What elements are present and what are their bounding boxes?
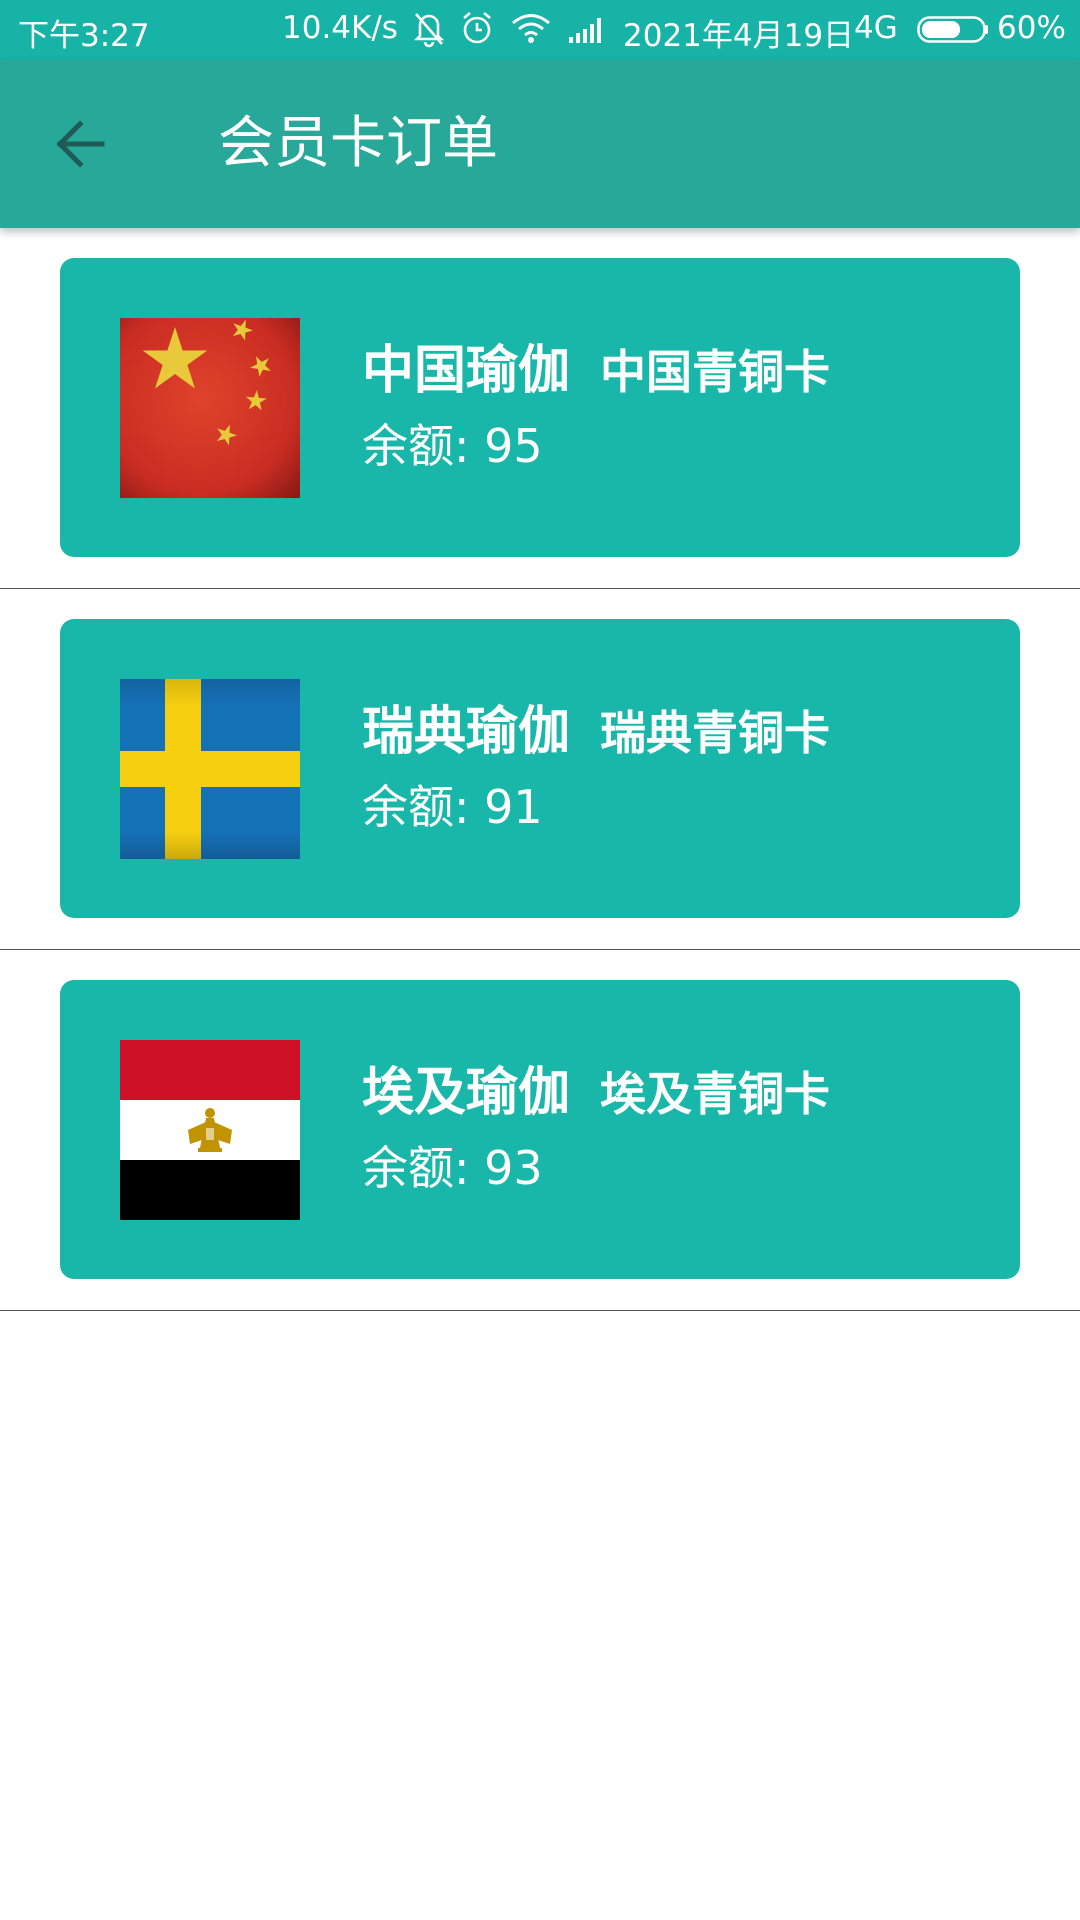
status-net-speed: 10.4K/s bbox=[282, 10, 398, 46]
card-tier: 埃及青铜卡 bbox=[600, 1067, 831, 1121]
status-time: 下午3:27 bbox=[18, 18, 150, 54]
membership-card[interactable]: 瑞典瑜伽 瑞典青铜卡 余额: 91 bbox=[60, 619, 1020, 918]
card-tier: 中国青铜卡 bbox=[600, 345, 831, 399]
balance-label: 余额: bbox=[362, 780, 470, 834]
arrow-left-icon bbox=[56, 120, 105, 168]
card-title: 瑞典瑜伽 瑞典青铜卡 bbox=[362, 689, 830, 764]
page-title: 会员卡订单 bbox=[218, 111, 498, 176]
balance-label: 余额: bbox=[362, 1141, 470, 1195]
mute-bell-icon bbox=[413, 13, 445, 48]
membership-card[interactable]: 中国瑜伽 中国青铜卡 余额: 95 bbox=[60, 258, 1020, 557]
card-balance: 余额: 93 bbox=[362, 1132, 543, 1198]
card-balance: 余额: 95 bbox=[362, 410, 543, 476]
alarm-icon bbox=[463, 12, 491, 44]
back-button[interactable] bbox=[48, 112, 112, 176]
status-network: 4G bbox=[854, 10, 898, 46]
card-title: 埃及瑜伽 埃及青铜卡 bbox=[362, 1050, 830, 1125]
card-list: 中国瑜伽 中国青铜卡 余额: 95 瑞典瑜伽 瑞典青铜卡 余额: 91 埃及瑜伽… bbox=[0, 228, 1080, 1311]
wifi-icon bbox=[512, 14, 550, 43]
card-brand: 瑞典瑜伽 bbox=[362, 702, 571, 762]
status-battery: 60% bbox=[997, 10, 1066, 46]
list-item: 瑞典瑜伽 瑞典青铜卡 余额: 91 bbox=[0, 589, 1080, 950]
card-brand: 埃及瑜伽 bbox=[362, 1063, 571, 1123]
card-title: 中国瑜伽 中国青铜卡 bbox=[362, 328, 830, 403]
list-item: 中国瑜伽 中国青铜卡 余额: 95 bbox=[0, 228, 1080, 589]
app-bar: 会员卡订单 bbox=[0, 60, 1080, 228]
balance-value: 95 bbox=[484, 419, 543, 473]
balance-value: 91 bbox=[484, 780, 543, 834]
status-bar: 下午3:27 10.4K/s 2021年4月19日 4G 60% bbox=[0, 0, 1080, 60]
card-brand: 中国瑜伽 bbox=[362, 341, 571, 401]
egypt-flag bbox=[120, 1040, 300, 1220]
balance-value: 93 bbox=[484, 1141, 543, 1195]
card-balance: 余额: 91 bbox=[362, 771, 543, 837]
sweden-flag bbox=[120, 679, 300, 859]
card-tier: 瑞典青铜卡 bbox=[600, 706, 831, 760]
list-item: 埃及瑜伽 埃及青铜卡 余额: 93 bbox=[0, 950, 1080, 1311]
balance-label: 余额: bbox=[362, 419, 470, 473]
membership-card[interactable]: 埃及瑜伽 埃及青铜卡 余额: 93 bbox=[60, 980, 1020, 1279]
china-flag bbox=[120, 318, 300, 498]
status-date: 2021年4月19日 bbox=[623, 18, 855, 54]
battery-icon bbox=[917, 16, 988, 43]
signal-icon bbox=[569, 18, 601, 43]
